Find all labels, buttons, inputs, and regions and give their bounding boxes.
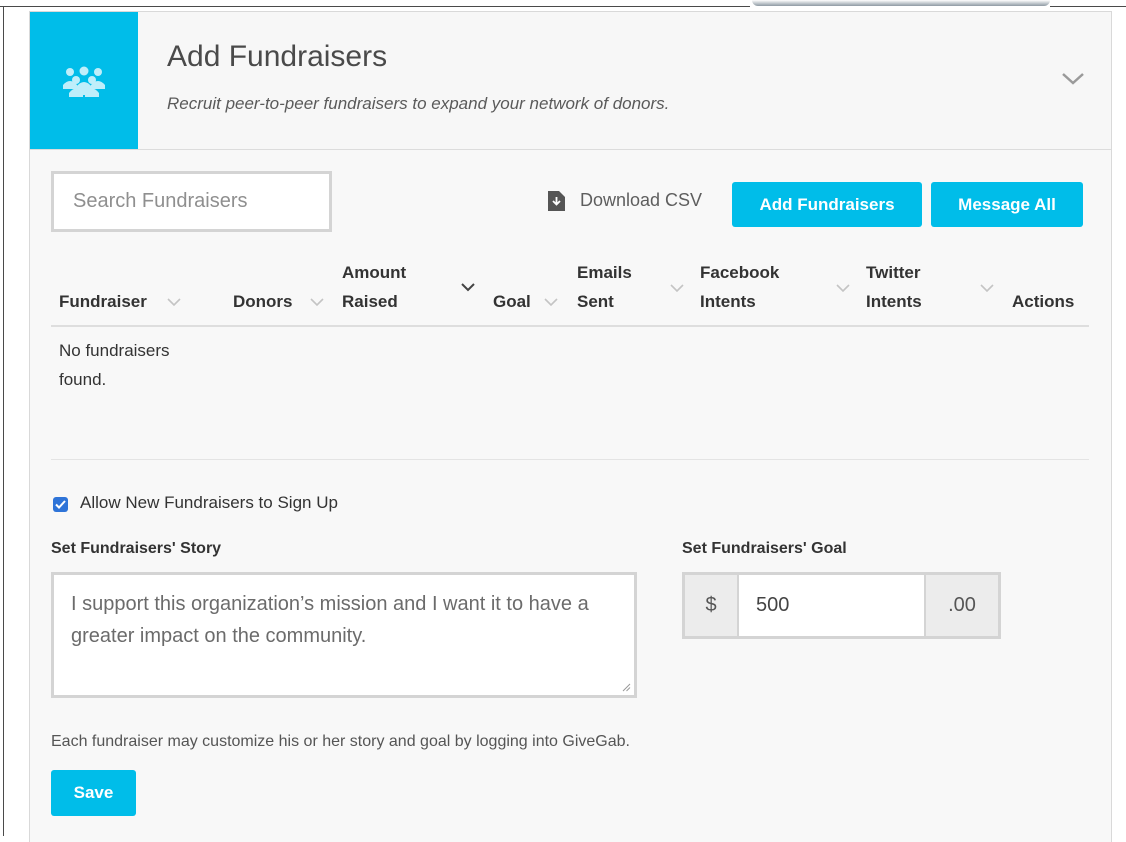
page-title: Add Fundraisers [167, 40, 388, 73]
column-header-fundraiser[interactable]: Fundraiser [59, 287, 147, 316]
section-divider [51, 459, 1089, 460]
table-header-divider [51, 325, 1089, 327]
sort-chevron-icon[interactable] [310, 298, 324, 307]
customization-note: Each fundraiser may customize his or her… [51, 733, 630, 750]
resize-handle-icon[interactable] [622, 683, 631, 692]
column-label: Goal [493, 292, 531, 311]
column-header-actions: Actions [1012, 287, 1074, 316]
window-top-shadow [752, 0, 1050, 6]
add-fundraisers-button[interactable]: Add Fundraisers [732, 182, 922, 227]
column-header-facebook-intents[interactable]: Facebook Intents [700, 258, 779, 316]
column-label-line2: Sent [577, 292, 614, 311]
sort-chevron-active-icon[interactable] [461, 283, 475, 292]
cents-suffix: .00 [924, 575, 998, 636]
sort-chevron-icon[interactable] [980, 284, 994, 293]
empty-table-message: No fundraisers found. [59, 341, 170, 389]
window-top-border-right [1050, 6, 1126, 7]
column-label-line2: Intents [700, 292, 756, 311]
column-label: Fundraiser [59, 292, 147, 311]
page-subtitle: Recruit peer-to-peer fundraisers to expa… [167, 94, 670, 113]
file-download-icon [548, 190, 565, 211]
sort-chevron-icon[interactable] [544, 298, 558, 307]
story-label: Set Fundraisers' Story [51, 540, 222, 557]
column-label-line1: Emails [577, 263, 632, 282]
checkmark-icon [55, 500, 66, 509]
window-top-border [0, 6, 750, 7]
column-header-goal[interactable]: Goal [493, 287, 531, 316]
chevron-down-icon[interactable] [1058, 64, 1088, 94]
column-label: Actions [1012, 292, 1075, 311]
column-header-donors[interactable]: Donors [233, 287, 293, 316]
save-button[interactable]: Save [51, 770, 136, 816]
column-label: Donors [233, 292, 293, 311]
sort-chevron-icon[interactable] [167, 298, 181, 307]
group-icon [63, 66, 105, 97]
allow-signup-checkbox[interactable] [53, 497, 68, 512]
story-textarea[interactable]: I support this organization’s mission an… [51, 572, 637, 698]
story-placeholder: I support this organization’s mission an… [71, 593, 589, 647]
panel-header[interactable]: Add Fundraisers Recruit peer-to-peer fun… [30, 12, 1111, 150]
goal-label: Set Fundraisers' Goal [682, 540, 847, 557]
header-icon-box [30, 12, 138, 149]
currency-prefix: $ [685, 575, 739, 636]
column-header-twitter-intents[interactable]: Twitter Intents [866, 258, 922, 316]
download-csv-label: Download CSV [580, 190, 703, 210]
download-csv-link[interactable]: Download CSV [548, 190, 702, 211]
column-label-line1: Amount [342, 263, 407, 282]
search-input[interactable] [51, 171, 332, 232]
window-left-border [3, 6, 4, 836]
column-label-line1: Facebook [700, 263, 780, 282]
goal-amount-input[interactable]: 500 [739, 575, 924, 636]
allow-signup-label[interactable]: Allow New Fundraisers to Sign Up [80, 493, 338, 513]
sort-chevron-icon[interactable] [836, 284, 850, 293]
column-label-line2: Intents [866, 292, 922, 311]
goal-input-group: $ 500 .00 [682, 572, 1001, 639]
sort-chevron-icon[interactable] [670, 284, 684, 293]
column-header-emails-sent[interactable]: Emails Sent [577, 258, 632, 316]
column-label-line2: Raised [342, 292, 398, 311]
add-fundraisers-panel: Add Fundraisers Recruit peer-to-peer fun… [29, 11, 1112, 842]
message-all-button[interactable]: Message All [931, 182, 1083, 227]
column-label-line1: Twitter [866, 263, 921, 282]
column-header-amount-raised[interactable]: Amount Raised [342, 258, 406, 316]
